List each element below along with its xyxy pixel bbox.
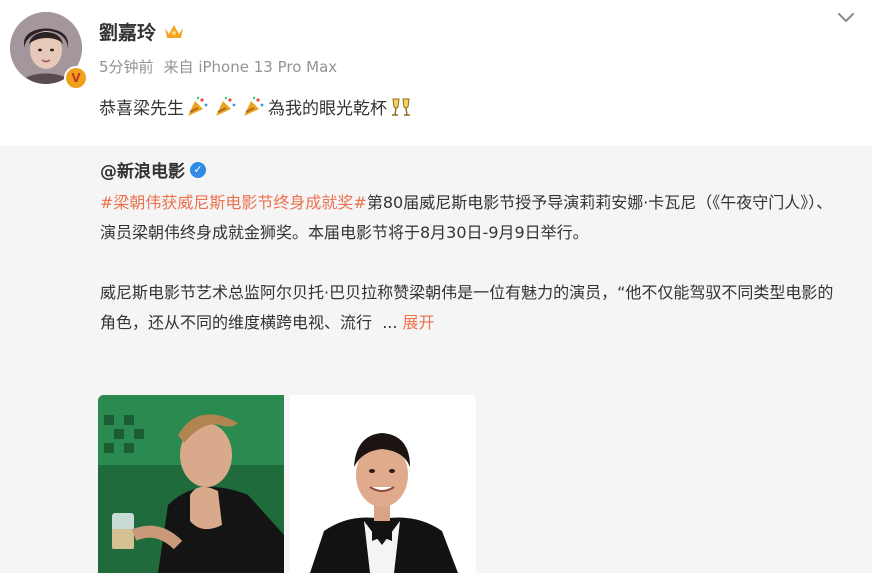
clinking-glasses-icon <box>392 98 410 116</box>
repost-text: #梁朝伟获威尼斯电影节终身成就奖#第80届威尼斯电影节授予导演莉莉安娜·卡瓦尼（… <box>100 188 840 338</box>
verified-badge-icon: V <box>64 66 88 90</box>
repost-paragraph-2: 威尼斯电影节艺术总监阿尔贝托·巴贝拉称赞梁朝伟是一位有魅力的演员，“他不仅能驾驭… <box>100 278 840 338</box>
username[interactable]: 劉嘉玲 <box>99 18 156 45</box>
hashtag-link[interactable]: #梁朝伟获威尼斯电影节终身成就奖# <box>100 193 367 212</box>
post-text-before: 恭喜梁先生 <box>99 99 184 119</box>
crown-icon <box>165 25 183 38</box>
post-text: 恭喜梁先生 為我的眼光乾杯 <box>99 94 415 119</box>
chevron-down-icon[interactable] <box>836 10 856 26</box>
verified-blue-icon: ✓ <box>190 161 206 178</box>
repost-card[interactable]: @新浪电影 ✓ #梁朝伟获威尼斯电影节终身成就奖#第80届威尼斯电影节授予导演莉… <box>0 146 872 573</box>
repost-image-2[interactable] <box>290 395 476 573</box>
party-popper-icon <box>216 96 236 116</box>
post-source: 来自 iPhone 13 Pro Max <box>163 58 338 76</box>
ellipsis: ... <box>382 313 398 332</box>
expand-link[interactable]: 展开 <box>403 313 435 332</box>
party-popper-icon <box>244 96 264 116</box>
repost-username-row: @新浪电影 ✓ <box>100 157 206 182</box>
repost-username[interactable]: @新浪电影 <box>100 157 185 182</box>
repost-text-para2: 威尼斯电影节艺术总监阿尔贝托·巴贝拉称赞梁朝伟是一位有魅力的演员，“他不仅能驾驭… <box>100 283 834 332</box>
post-meta: 5分钟前 来自 iPhone 13 Pro Max <box>99 56 337 77</box>
repost-image-1[interactable] <box>98 395 284 573</box>
party-popper-icon <box>188 96 208 116</box>
repost-paragraph-1: #梁朝伟获威尼斯电影节终身成就奖#第80届威尼斯电影节授予导演莉莉安娜·卡瓦尼（… <box>100 188 840 248</box>
post-text-after: 為我的眼光乾杯 <box>268 99 387 119</box>
photo-man-in-tuxedo <box>290 395 476 573</box>
photo-man-with-glass <box>98 395 284 573</box>
post-time[interactable]: 5分钟前 <box>99 58 154 76</box>
